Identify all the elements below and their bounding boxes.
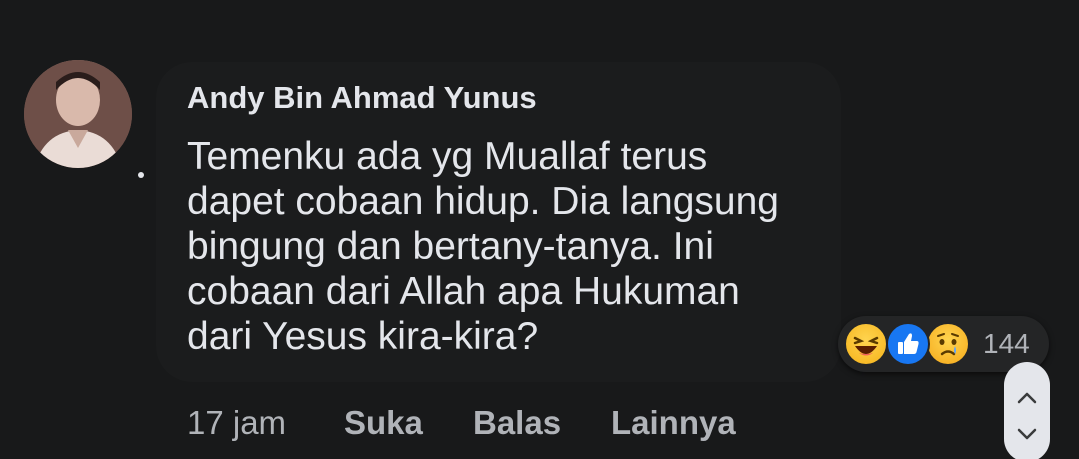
comment-timestamp[interactable]: 17 jam [187,404,286,442]
comment-text-line: dapet cobaan hidup. Dia langsung [187,180,779,223]
chevron-down-icon[interactable] [1004,414,1050,454]
comment-indicator-dot [138,172,144,178]
comment-screen: Andy Bin Ahmad Yunus Temenku ada yg Mual… [0,0,1079,459]
chevron-up-icon[interactable] [1004,378,1050,418]
comment-text: Temenku ada yg Muallaf terus dapet cobaa… [187,134,847,359]
like-icon [886,322,930,366]
comment-text-line: dari Yesus kira-kira? [187,315,539,358]
comment-author-name[interactable]: Andy Bin Ahmad Yunus [187,80,537,116]
comment-text-line: Temenku ada yg Muallaf terus [187,135,708,178]
like-button[interactable]: Suka [344,404,423,442]
more-button[interactable]: Lainnya [611,404,736,442]
scroll-navigation [1004,362,1050,459]
comment-text-line: cobaan dari Allah apa Hukuman [187,270,740,313]
avatar[interactable] [24,60,132,168]
haha-icon [844,322,888,366]
reaction-count: 144 [983,328,1030,359]
avatar-photo [24,60,132,168]
comment-text-line: bingung dan bertany-tanya. Ini [187,225,714,268]
reply-button[interactable]: Balas [473,404,561,442]
sad-icon [926,322,970,366]
